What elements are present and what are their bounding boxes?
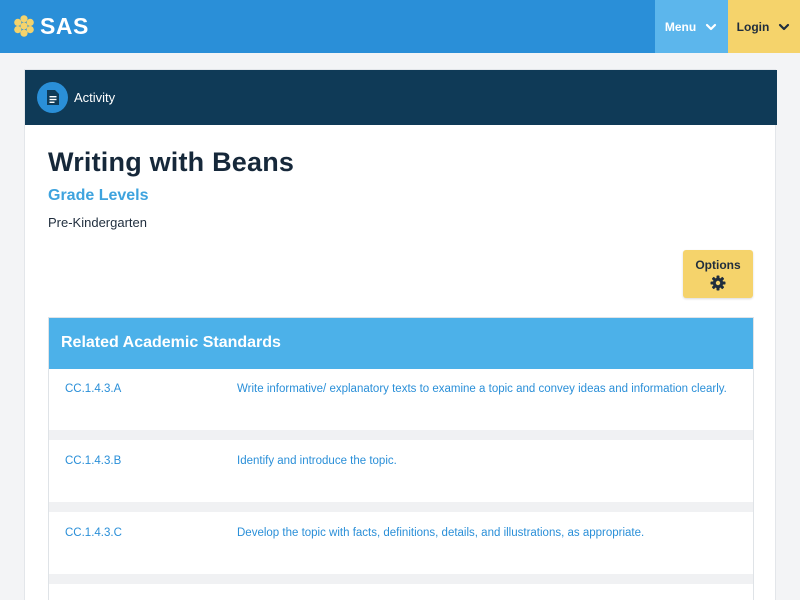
login-button[interactable]: Login [728, 0, 800, 53]
standard-description: Identify and introduce the topic. [237, 455, 397, 467]
row-divider [49, 502, 753, 512]
card-header: Activity [25, 70, 777, 125]
grade-levels-heading: Grade Levels [48, 187, 149, 204]
top-navbar: SAS Menu Login [0, 0, 800, 53]
standard-row: CC.1.4.3.B Identify and introduce the to… [49, 440, 753, 502]
sas-logo[interactable]: SAS [11, 12, 89, 40]
chevron-down-icon [706, 23, 717, 30]
menu-label: Menu [664, 19, 697, 34]
card-type-label: Activity [74, 90, 116, 105]
document-icon [37, 82, 68, 113]
standard-code[interactable]: CC.1.4.3.C [65, 527, 122, 539]
gear-icon [710, 275, 726, 290]
row-divider [49, 430, 753, 440]
standards-heading: Related Academic Standards [61, 334, 281, 351]
menu-button[interactable]: Menu [655, 0, 728, 53]
standards-header: Related Academic Standards [49, 318, 753, 369]
grade-level-value: Pre-Kindergarten [48, 215, 147, 230]
flower-logo-icon [14, 15, 34, 37]
standard-code[interactable]: CC.1.4.3.B [65, 455, 121, 467]
standard-row: CC.1.4.3.A Write informative/ explanator… [49, 369, 753, 430]
standard-description: Write informative/ explanatory texts to … [237, 383, 727, 395]
related-standards-panel: Related Academic Standards CC.1.4.3.A Wr… [48, 317, 754, 600]
chevron-down-icon [779, 23, 790, 30]
row-divider [49, 574, 753, 584]
standard-description: Develop the topic with facts, definition… [237, 527, 645, 539]
options-button[interactable]: Options [683, 250, 753, 298]
activity-card: Activity Writing with Beans Grade Levels… [24, 69, 777, 600]
logo-text: SAS [40, 12, 89, 39]
options-label: Options [695, 257, 741, 272]
login-label: Login [736, 19, 770, 34]
standard-code[interactable]: CC.1.4.3.A [65, 383, 121, 395]
standard-row: CC.1.4.3.C Develop the topic with facts,… [49, 512, 753, 574]
page-title: Writing with Beans [48, 147, 295, 177]
